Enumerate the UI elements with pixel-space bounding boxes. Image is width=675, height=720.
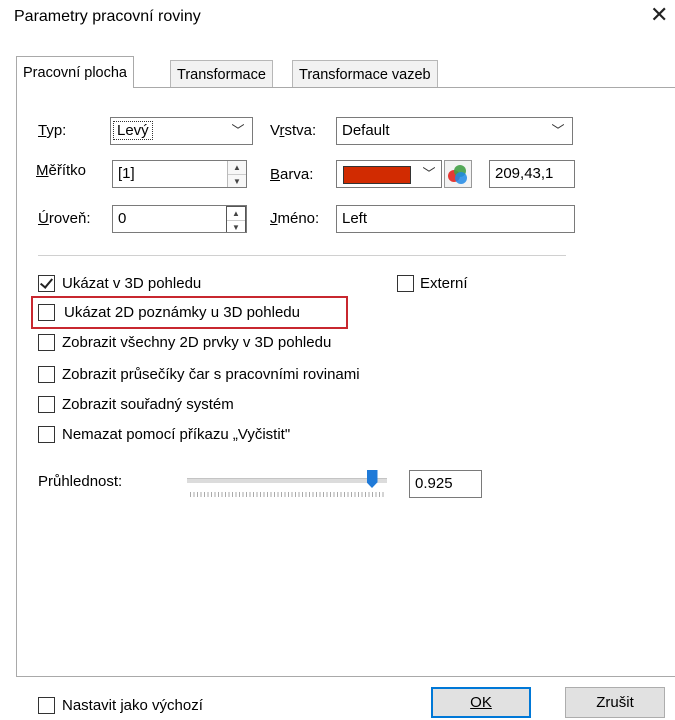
show-2d-notes-label: Ukázat 2D poznámky u 3D pohledu xyxy=(64,304,300,321)
meritko-label: Měřítko xyxy=(36,162,87,179)
barva-label: Barva: xyxy=(270,166,314,183)
separator xyxy=(38,255,566,256)
external-label: Externí xyxy=(420,275,468,292)
show-all-2d-checkbox[interactable] xyxy=(38,334,55,351)
window-title: Parametry pracovní roviny xyxy=(14,8,201,25)
tab-pracovni-plocha[interactable]: Pracovní plocha xyxy=(16,56,134,88)
show-intersections-checkbox[interactable] xyxy=(38,366,55,383)
cancel-button[interactable]: Zrušit xyxy=(565,687,665,718)
barva-select[interactable]: ﹀ xyxy=(336,160,442,188)
close-icon[interactable]: ✕ xyxy=(650,4,668,26)
show-coords-label: Zobrazit souřadný systém xyxy=(62,396,234,413)
uroven-input[interactable]: 0 ▲ ▼ xyxy=(112,205,247,233)
transparency-slider-track[interactable] xyxy=(187,478,387,483)
typ-select[interactable]: Levý ﹀ xyxy=(110,117,253,145)
ok-button[interactable]: OK xyxy=(431,687,531,718)
transparency-input[interactable]: 0.925 xyxy=(409,470,482,498)
show-3d-label: Ukázat v 3D pohledu xyxy=(62,275,202,292)
typ-label: Typ: xyxy=(38,122,67,139)
vrstva-label: Vrstva: xyxy=(270,122,317,139)
tab-transformace[interactable]: Transformace xyxy=(170,60,273,88)
jmeno-input[interactable]: Left xyxy=(336,205,575,233)
set-default-checkbox[interactable] xyxy=(38,697,55,714)
typ-value: Levý xyxy=(113,121,153,140)
uroven-spinner[interactable]: ▲ ▼ xyxy=(226,206,246,232)
vrstva-value: Default xyxy=(342,122,390,139)
color-swatch xyxy=(343,166,411,184)
uroven-label: Úroveň: xyxy=(38,210,91,227)
show-coords-checkbox[interactable] xyxy=(38,396,55,413)
barva-rgb-input[interactable]: 209,43,1 xyxy=(489,160,575,188)
meritko-spinner[interactable]: ▲ ▼ xyxy=(227,161,246,187)
no-clean-checkbox[interactable] xyxy=(38,426,55,443)
external-checkbox[interactable] xyxy=(397,275,414,292)
tab-transformace-vazeb[interactable]: Transformace vazeb xyxy=(292,60,438,88)
meritko-value: [1] xyxy=(118,165,135,182)
uroven-value: 0 xyxy=(118,210,127,227)
chevron-down-icon: ﹀ xyxy=(422,166,436,181)
ok-label: OK xyxy=(470,694,492,711)
set-default-label: Nastavit jako výchozí xyxy=(62,697,203,714)
show-2d-notes-checkbox[interactable] xyxy=(38,304,55,321)
jmeno-label: Jméno: xyxy=(270,210,320,227)
show-all-2d-label: Zobrazit všechny 2D prvky v 3D pohledu xyxy=(62,334,332,351)
chevron-down-icon: ﹀ xyxy=(231,123,245,138)
show-intersections-label: Zobrazit průsečíky čar s pracovními rovi… xyxy=(62,366,360,383)
slider-ticks xyxy=(190,492,386,497)
vrstva-select[interactable]: Default ﹀ xyxy=(336,117,573,145)
color-picker-button[interactable] xyxy=(444,160,472,188)
color-wheel-icon xyxy=(448,165,467,184)
no-clean-label: Nemazat pomocí příkazu „Vyčistit" xyxy=(62,426,291,443)
meritko-input[interactable]: [1] ▲ ▼ xyxy=(112,160,247,188)
show-3d-checkbox[interactable] xyxy=(38,275,55,292)
chevron-down-icon: ﹀ xyxy=(551,123,565,138)
transparency-label: Průhlednost: xyxy=(38,473,123,490)
